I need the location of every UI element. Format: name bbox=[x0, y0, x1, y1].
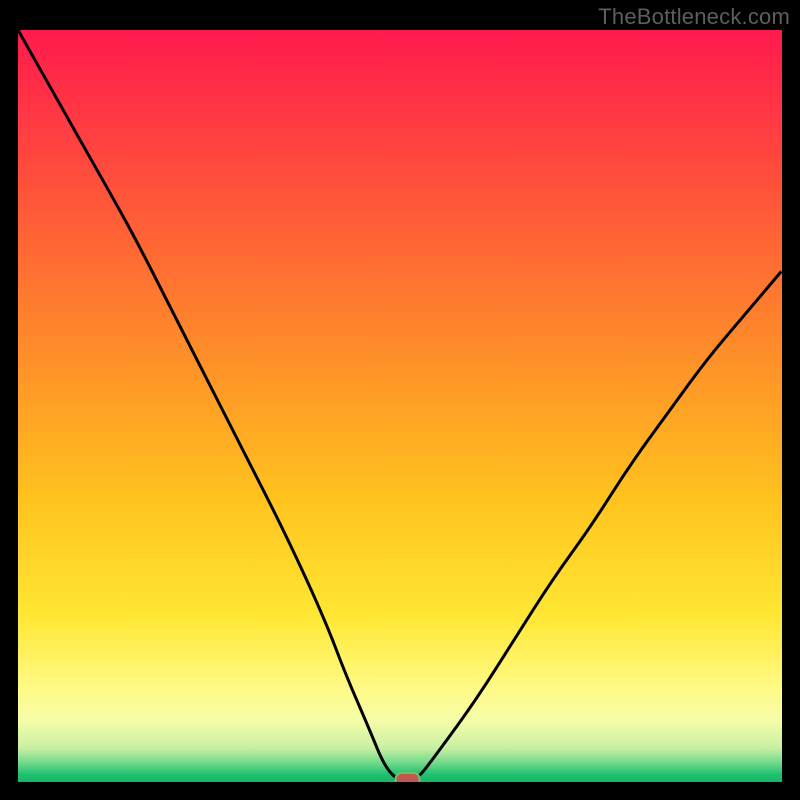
chart-frame: TheBottleneck.com bbox=[0, 0, 800, 800]
watermark-text: TheBottleneck.com bbox=[598, 4, 790, 30]
plot-area bbox=[18, 30, 782, 782]
bottleneck-chart bbox=[18, 30, 782, 782]
optimal-point-marker bbox=[396, 773, 420, 782]
gradient-background bbox=[18, 30, 782, 782]
